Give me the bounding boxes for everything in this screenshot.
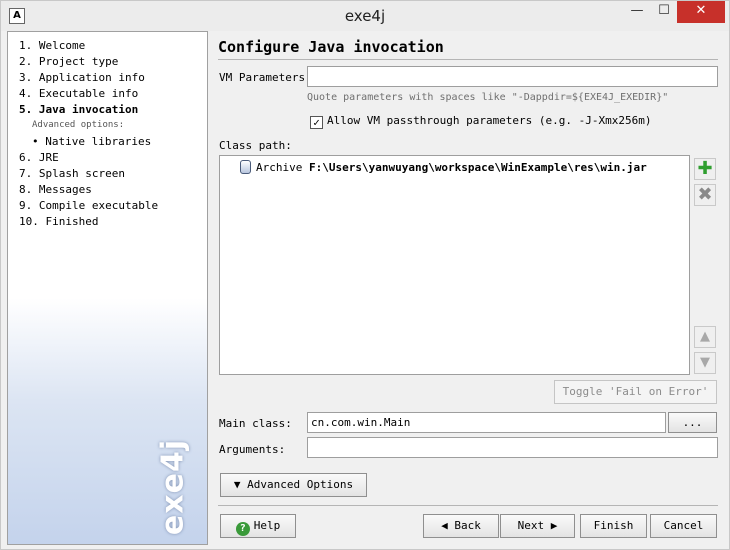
step-compile-executable[interactable]: 9. Compile executable [19,199,158,212]
back-button[interactable]: ◀ Back [423,514,499,538]
entry-path: F:\Users\yanwuyang\workspace\WinExample\… [308,161,647,174]
passthrough-label: Allow VM passthrough parameters (e.g. -J… [327,114,652,127]
finish-button[interactable]: Finish [580,514,647,538]
help-icon: ? [235,522,250,536]
main-panel: Configure Java invocation VM Parameters:… [212,31,725,545]
vm-parameters-label: VM Parameters: [219,71,312,84]
step-executable-info[interactable]: 4. Executable info [19,87,138,100]
page-title: Configure Java invocation [218,38,444,56]
toggle-fail-on-error-button[interactable]: Toggle 'Fail on Error' [554,380,717,404]
entry-type: Archive [256,161,303,174]
step-jre[interactable]: 6. JRE [19,151,59,164]
steps-pane: 1. Welcome 2. Project type 3. Applicatio… [7,31,208,545]
step-native-libraries[interactable]: • Native libraries [32,135,151,148]
vm-parameters-hint: Quote parameters with spaces like "-Dapp… [307,92,669,103]
advanced-options-label: Advanced options: [32,120,125,130]
move-up-icon[interactable]: ▲ [694,326,716,348]
help-button[interactable]: ? Help [220,514,296,538]
step-java-invocation[interactable]: 5. Java invocation [19,103,138,116]
browse-button[interactable]: ... [668,412,717,433]
back-arrow-icon: ◀ [441,519,448,532]
dropdown-arrow-icon: ▼ [233,478,241,491]
step-finished[interactable]: 10. Finished [19,215,98,228]
list-item[interactable]: Archive F:\Users\yanwuyang\workspace\Win… [240,160,647,174]
arguments-label: Arguments: [219,443,286,456]
exe4j-window: A exe4j — ☐ ✕ 1. Welcome 2. Project type… [0,0,730,550]
close-button[interactable]: ✕ [677,1,725,23]
exe4j-logo: exe4j [155,438,191,536]
add-icon[interactable]: ✚ [694,158,716,180]
remove-icon[interactable]: ✖ [694,184,716,206]
arguments-input[interactable] [307,437,718,458]
class-path-label: Class path: [219,139,292,152]
step-messages[interactable]: 8. Messages [19,183,92,196]
minimize-button[interactable]: — [623,1,651,23]
header-divider [218,59,718,60]
maximize-button[interactable]: ☐ [651,1,677,23]
cancel-button[interactable]: Cancel [650,514,717,538]
footer-divider [218,505,718,506]
window-title: exe4j [344,7,386,25]
passthrough-row[interactable]: ✓ Allow VM passthrough parameters (e.g. -… [310,114,652,129]
move-down-icon[interactable]: ▼ [694,352,716,374]
archive-icon [240,160,251,174]
main-class-input[interactable]: cn.com.win.Main [307,412,666,433]
next-arrow-icon: ▶ [550,519,558,532]
vm-parameters-input[interactable] [307,66,718,87]
step-welcome[interactable]: 1. Welcome [19,39,85,52]
advanced-options-button[interactable]: ▼ Advanced Options [220,473,367,497]
step-splash-screen[interactable]: 7. Splash screen [19,167,125,180]
main-class-label: Main class: [219,417,292,430]
next-button[interactable]: Next ▶ [500,514,575,538]
step-application-info[interactable]: 3. Application info [19,71,145,84]
class-path-list[interactable]: Archive F:\Users\yanwuyang\workspace\Win… [219,155,690,375]
title-bar[interactable]: A exe4j — ☐ ✕ [1,1,729,31]
step-project-type[interactable]: 2. Project type [19,55,118,68]
passthrough-checkbox[interactable]: ✓ [310,116,323,129]
